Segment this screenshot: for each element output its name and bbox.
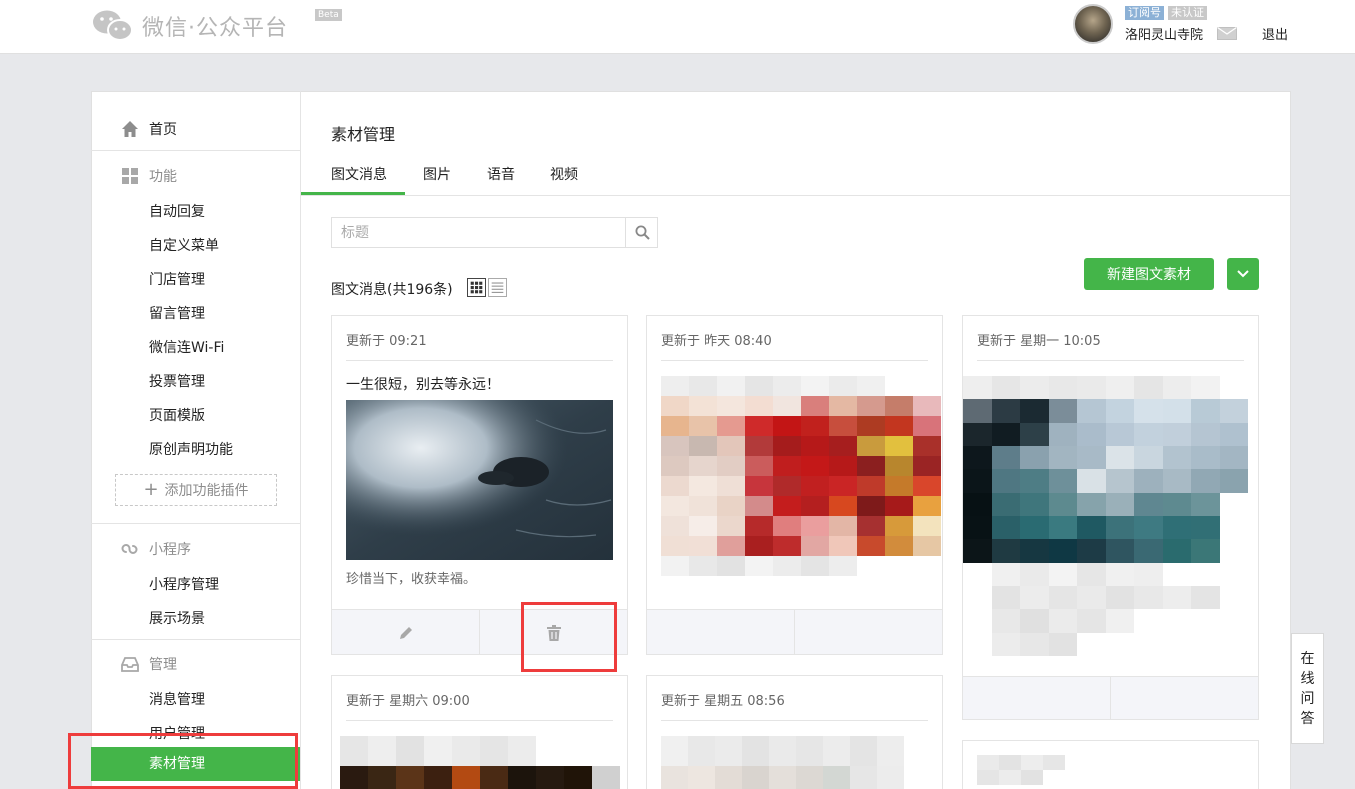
mail-icon[interactable]	[1217, 27, 1237, 40]
card-blurred-content	[977, 755, 1087, 785]
card-actions	[647, 609, 942, 654]
tab-images[interactable]: 图片	[423, 164, 451, 184]
top-bar: 微信·公众平台 Beta 订阅号 未认证 洛阳灵山寺院 退出	[0, 0, 1355, 54]
grid-view-icon[interactable]	[467, 278, 486, 297]
tab-bar: 图文消息 图片 语音 视频	[301, 152, 1290, 196]
chevron-down-icon	[1237, 270, 1249, 278]
unverified-badge: 未认证	[1168, 6, 1207, 20]
sidebar-divider	[91, 523, 300, 524]
sidebar-group-label: 小程序	[149, 542, 191, 558]
news-card[interactable]: 更新于 昨天 08:40	[646, 315, 943, 655]
actions-divider	[794, 610, 795, 654]
logout-link[interactable]: 退出	[1262, 24, 1288, 43]
card-title[interactable]: 一生很短，别去等永远！	[346, 374, 500, 394]
card-divider	[661, 360, 928, 361]
tab-news[interactable]: 图文消息	[331, 164, 387, 184]
qa-char: 答	[1300, 710, 1315, 727]
new-news-button[interactable]: 新建图文素材	[1084, 258, 1214, 290]
highlight-materials-box	[68, 733, 298, 789]
miniprogram-icon	[121, 544, 138, 554]
sidebar-item-store[interactable]: 门店管理	[149, 269, 205, 289]
sidebar-group-label: 功能	[149, 169, 177, 185]
card-blurred-content	[340, 736, 620, 789]
sidebar-item-comments[interactable]: 留言管理	[149, 303, 205, 323]
plus-icon: +	[143, 479, 159, 500]
sidebar-item-miniprogram-manage[interactable]: 小程序管理	[149, 574, 219, 594]
active-tab-indicator	[301, 192, 405, 195]
account-name[interactable]: 洛阳灵山寺院	[1125, 24, 1203, 43]
card-divider	[977, 360, 1244, 361]
wechat-logo-icon	[93, 10, 133, 41]
beta-badge: Beta	[315, 9, 342, 21]
card-actions	[963, 676, 1258, 719]
card-divider	[346, 720, 613, 721]
edit-button[interactable]	[332, 610, 480, 654]
subscription-badge: 订阅号	[1125, 6, 1164, 20]
news-card[interactable]: 更新于 星期六 09:00	[331, 675, 628, 789]
page-title: 素材管理	[331, 125, 396, 144]
sidebar-item-page-template[interactable]: 页面模版	[149, 405, 205, 425]
add-plugin-button[interactable]: + 添加功能插件	[115, 474, 277, 506]
actions-divider	[1110, 677, 1111, 719]
news-card[interactable]: 更新于 星期一 10:05	[962, 315, 1259, 720]
sidebar-item-wifi[interactable]: 微信连Wi-Fi	[149, 337, 224, 357]
card-updated-time: 更新于 09:21	[346, 334, 427, 349]
card-divider	[346, 360, 613, 361]
sidebar-group-function: 功能	[121, 166, 177, 186]
inbox-icon	[121, 657, 139, 672]
card-updated-time: 更新于 星期六 09:00	[346, 694, 470, 709]
sidebar-item-auto-reply[interactable]: 自动回复	[149, 201, 205, 221]
search-input[interactable]	[332, 218, 626, 247]
sidebar-item-custom-menu[interactable]: 自定义菜单	[149, 235, 219, 255]
qa-char: 在	[1300, 650, 1315, 667]
sidebar: 首页 功能 自动回复 自定义菜单 门店管理 留言管理 微信连Wi-Fi 投票管理…	[91, 91, 301, 789]
card-updated-time: 更新于 星期一 10:05	[977, 334, 1101, 349]
card-description: 珍惜当下，收获幸福。	[346, 572, 477, 587]
avatar[interactable]	[1073, 4, 1113, 44]
online-qa-button[interactable]: 在 线 问 答	[1291, 633, 1324, 744]
add-plugin-label: 添加功能插件	[164, 483, 249, 499]
qa-char: 问	[1300, 690, 1315, 707]
card-divider	[661, 720, 928, 721]
card-blurred-content	[661, 376, 941, 576]
card-updated-time: 更新于 星期五 08:56	[661, 694, 785, 709]
sidebar-divider	[91, 639, 300, 640]
news-card[interactable]	[962, 740, 1259, 789]
search-box	[331, 217, 658, 248]
sidebar-group-manage: 管理	[121, 654, 177, 674]
logo-text: 微信·公众平台	[142, 16, 288, 41]
sidebar-group-miniprogram: 小程序	[121, 539, 191, 559]
sidebar-item-home[interactable]: 首页	[121, 119, 177, 139]
search-icon	[635, 225, 650, 240]
home-icon	[122, 121, 138, 137]
highlight-delete-box	[521, 602, 617, 672]
sidebar-item-messages[interactable]: 消息管理	[149, 689, 205, 709]
grid-icon	[122, 168, 138, 184]
card-blurred-content	[963, 376, 1248, 656]
new-dropdown-button[interactable]	[1227, 258, 1259, 290]
list-view-icon[interactable]	[488, 278, 507, 297]
sidebar-item-vote[interactable]: 投票管理	[149, 371, 205, 391]
news-card[interactable]: 更新于 星期五 08:56	[646, 675, 943, 789]
sidebar-item-original[interactable]: 原创声明功能	[149, 439, 233, 459]
pencil-icon	[400, 627, 412, 639]
card-updated-time: 更新于 昨天 08:40	[661, 334, 772, 349]
sidebar-group-label: 管理	[149, 657, 177, 673]
logo[interactable]: 微信·公众平台	[92, 8, 288, 44]
tab-video[interactable]: 视频	[550, 164, 578, 184]
card-blurred-content	[661, 736, 931, 789]
card-cover-image	[346, 400, 613, 560]
sidebar-item-label: 首页	[149, 122, 177, 138]
tab-voice[interactable]: 语音	[487, 164, 515, 184]
search-button[interactable]	[627, 218, 657, 247]
material-count: 图文消息(共196条)	[331, 282, 453, 298]
sidebar-item-scenes[interactable]: 展示场景	[149, 608, 205, 628]
qa-char: 线	[1300, 670, 1315, 687]
